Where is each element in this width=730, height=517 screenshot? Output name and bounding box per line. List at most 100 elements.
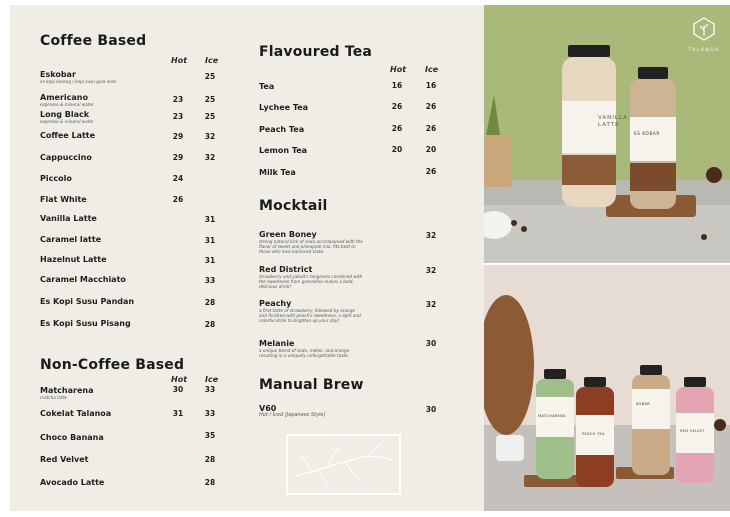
menu-item: Cappuccino	[40, 153, 92, 162]
menu-item: V60 Hot / Iced (Japanese Style)	[259, 404, 325, 418]
item-name: Green Boney	[259, 230, 317, 239]
brew-section-title: Manual Brew	[259, 377, 364, 393]
bottle-label: PEACH TEA	[582, 432, 605, 436]
item-name: Piccolo	[40, 174, 72, 183]
item-name: Tea	[259, 82, 275, 91]
ice-price: 33	[204, 276, 216, 285]
hot-price: 20	[391, 145, 403, 154]
brew-price: 30	[425, 405, 437, 414]
menu-item: Americano espresso & mineral water	[40, 93, 94, 107]
item-name: Cappuccino	[40, 153, 92, 162]
item-name: Long Black	[40, 110, 90, 119]
item-name: Red Velvet	[40, 455, 89, 464]
ice-price: 31	[204, 256, 216, 265]
item-name: Peachy	[259, 299, 292, 308]
branch-logo-frame	[286, 434, 401, 495]
ice-price: 35	[204, 431, 216, 440]
item-desc: delicious drink!	[259, 284, 292, 289]
menu-item: Lychee Tea	[259, 103, 308, 112]
mocktail-price: 32	[425, 266, 437, 275]
item-name: Lychee Tea	[259, 103, 309, 112]
hot-price: 29	[172, 132, 184, 141]
mocktail-price: 32	[425, 231, 437, 240]
menu-item: Coffee Latte	[40, 131, 95, 140]
item-name: Avocado Latte	[40, 478, 105, 487]
menu-item: Tea	[259, 82, 274, 91]
menu-item: Hazelnut Latte	[40, 255, 107, 264]
noncoffee-ice-header: Ice	[205, 375, 219, 384]
brand-name: TALANOA	[688, 48, 720, 53]
menu-item: Eskobar es kopi bareng / kopi susu gula …	[40, 70, 116, 84]
menu-item: Long Black espresso & mineral water	[40, 110, 94, 124]
ice-price: 26	[425, 124, 437, 133]
item-name: Hazelnut Latte	[40, 255, 107, 264]
item-desc: colorful drink to brighten up your day!	[259, 318, 340, 323]
hot-price: 23	[172, 95, 184, 104]
hot-price: 29	[172, 153, 184, 162]
noncoffee-section-title: Non-Coffee Based	[40, 357, 185, 373]
menu-item: Avocado Latte	[40, 478, 104, 487]
talanoa-logo-icon	[693, 17, 715, 41]
menu-item: Peach Tea	[259, 125, 304, 134]
menu-item: Peachy a first taste of strawberry, foll…	[259, 299, 361, 323]
menu-item: Lemon Tea	[259, 146, 307, 155]
ice-price: 25	[204, 72, 216, 81]
bottle-label: MATCHARENA	[538, 414, 566, 418]
bottle-label: ES KOBAR	[634, 131, 660, 136]
menu-item: Choco Banana	[40, 433, 104, 442]
item-name: Choco Banana	[40, 433, 104, 442]
menu-item: Caramel latte	[40, 235, 101, 244]
item-name: Lemon Tea	[259, 146, 308, 155]
brand-logo: TALANOA	[688, 16, 720, 53]
menu-item: Red District strawberry and yakult's tan…	[259, 265, 362, 289]
menu-item: Milk Tea	[259, 168, 296, 177]
menu-item: Matcharena matcha latte	[40, 386, 93, 400]
menu-item: Green Boney strong natural kick of soda …	[259, 230, 363, 254]
ice-price: 33	[204, 385, 216, 394]
item-name: Caramel latte	[40, 235, 102, 244]
menu-item: Caramel Macchiato	[40, 275, 126, 284]
hot-price: 23	[172, 112, 184, 121]
ice-price: 32	[204, 132, 216, 141]
menu-item: Es Kopi Susu Pandan	[40, 297, 134, 306]
ice-price: 28	[204, 455, 216, 464]
menu-item: Melanie a unique blend of soda, melon, a…	[259, 339, 349, 358]
menu-item: Es Kopi Susu Pisang	[40, 319, 131, 328]
ice-price: 28	[204, 298, 216, 307]
menu-item: Red Velvet	[40, 455, 88, 464]
ice-price: 25	[204, 95, 216, 104]
ice-price: 28	[204, 320, 216, 329]
item-name: Es Kopi Susu Pandan	[40, 297, 135, 306]
ice-price: 26	[425, 102, 437, 111]
branch-sketch-icon	[295, 443, 393, 487]
bottle-label: KOBAR	[636, 402, 650, 406]
tea-hot-header: Hot	[390, 65, 407, 74]
ice-price: 32	[204, 153, 216, 162]
ice-price: 16	[425, 81, 437, 90]
item-name: Red District	[259, 265, 313, 274]
hot-price: 26	[391, 124, 403, 133]
ice-price: 31	[204, 236, 216, 245]
coffee-section-title: Coffee Based	[40, 33, 147, 49]
item-desc: Hot / Iced (Japanese Style)	[259, 412, 326, 418]
product-photo-panel: VANILLA LATTE ES KOBAR MATCHARENA PEACH …	[484, 5, 730, 511]
mocktail-price: 30	[425, 339, 437, 348]
hot-price: 26	[172, 195, 184, 204]
menu-item: Cokelat Talanoa	[40, 409, 111, 418]
item-desc: espresso & mineral water	[40, 102, 94, 107]
item-desc: es kopi bareng / kopi susu gula aren	[40, 79, 117, 84]
coffee-ice-header: Ice	[205, 56, 219, 65]
mocktail-price: 32	[425, 300, 437, 309]
menu-item: Piccolo	[40, 174, 72, 183]
item-name: Americano	[40, 93, 88, 102]
menu-item: Flat White	[40, 195, 87, 204]
ice-price: 25	[204, 112, 216, 121]
mocktail-section-title: Mocktail	[259, 198, 328, 214]
item-name: Vanilla Latte	[40, 214, 97, 223]
hot-price: 24	[172, 174, 184, 183]
noncoffee-hot-header: Hot	[171, 375, 188, 384]
hot-price: 16	[391, 81, 403, 90]
item-name: Peach Tea	[259, 125, 305, 134]
hot-price: 26	[391, 102, 403, 111]
ice-price: 20	[425, 145, 437, 154]
